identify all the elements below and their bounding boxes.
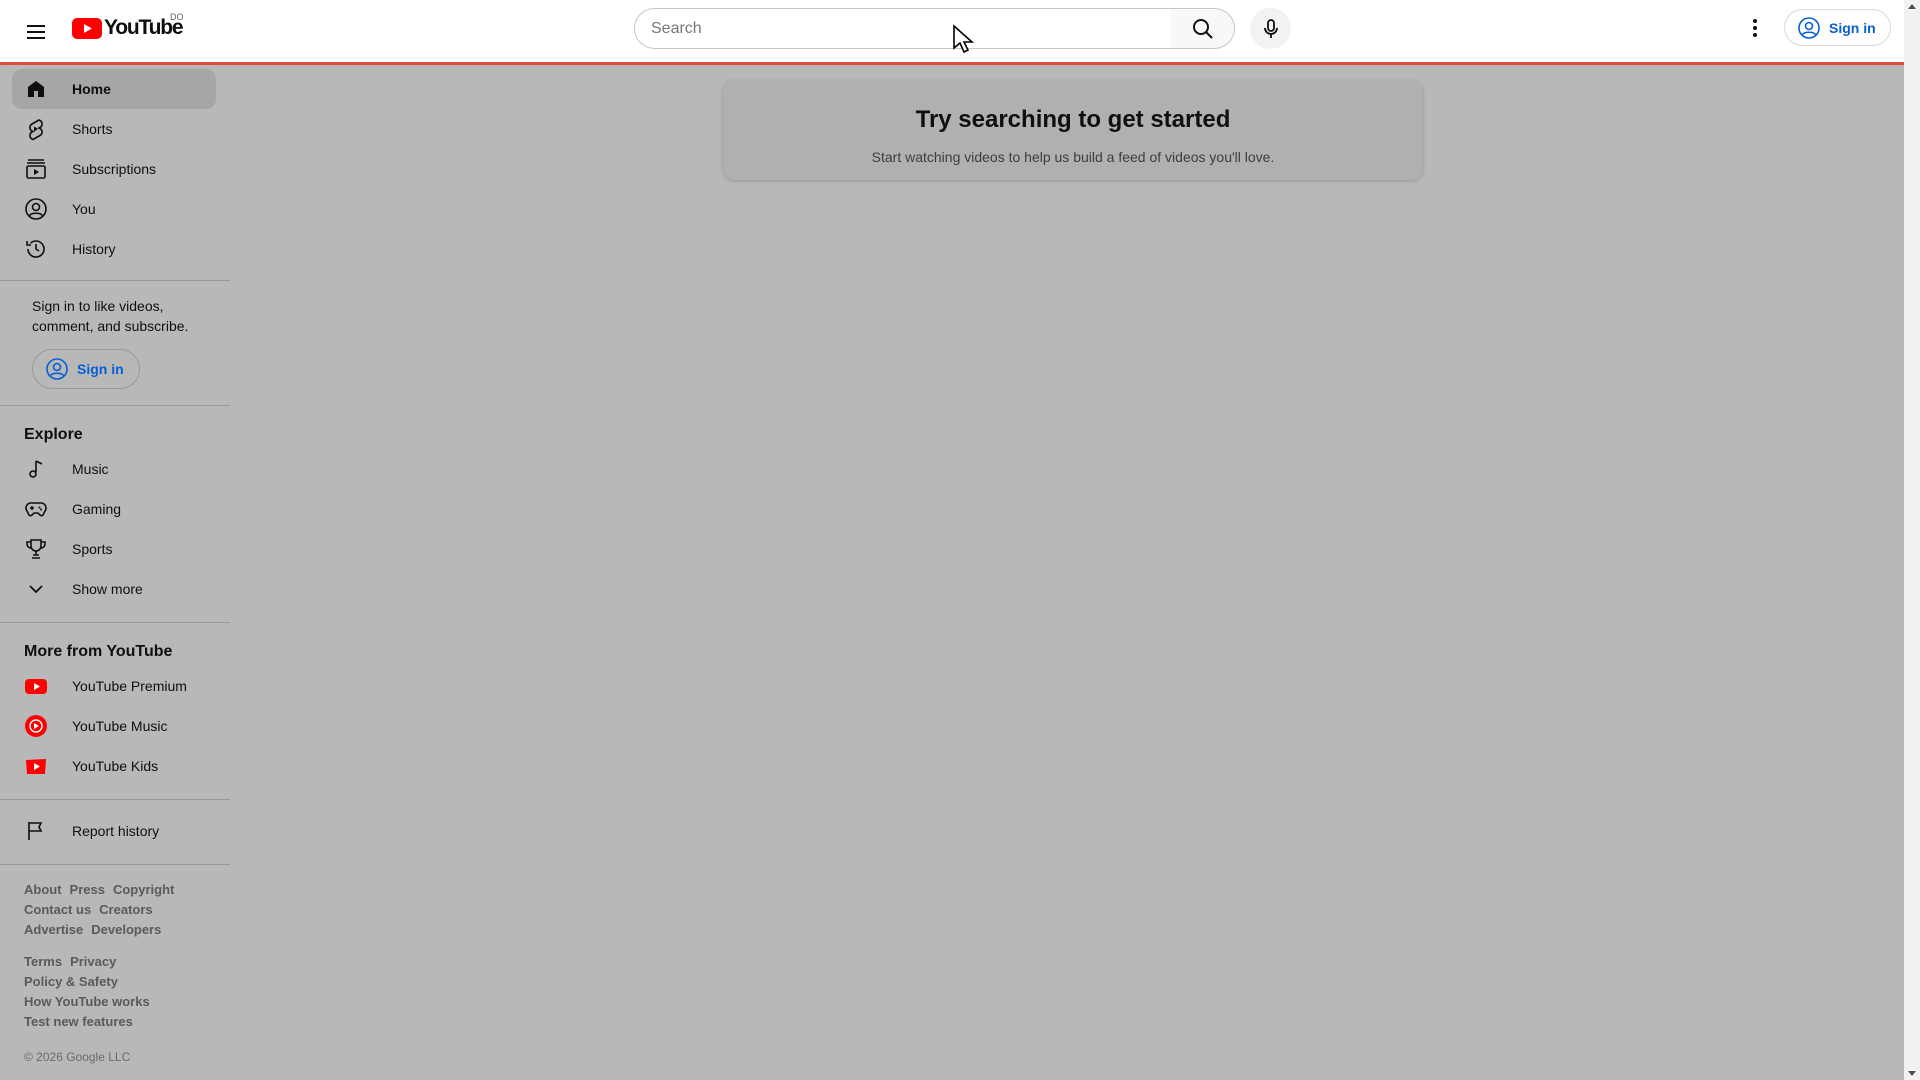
footer-links-row: Terms Privacy	[24, 954, 116, 969]
sidebar-item-history[interactable]: History	[12, 229, 216, 269]
sidebar-item-label: Sports	[72, 541, 113, 557]
sidebar-item-label: YouTube Premium	[72, 678, 187, 694]
footer-links-row: Test new features	[24, 1014, 133, 1029]
voice-search-button[interactable]	[1250, 8, 1291, 49]
you-icon	[24, 197, 48, 221]
footer-link-advertise[interactable]: Advertise	[24, 922, 83, 937]
footer-links-row: How YouTube works	[24, 994, 150, 1009]
youtube-kids-icon	[24, 754, 48, 778]
sidebar-divider	[0, 622, 230, 623]
sidebar-sign-in-prompt: Sign in to like videos, comment, and sub…	[32, 298, 189, 334]
sidebar-item-label: Gaming	[72, 501, 122, 517]
footer-link-contact-us[interactable]: Contact us	[24, 902, 91, 917]
empty-feed-card: Try searching to get started Start watch…	[723, 80, 1423, 180]
youtube-premium-icon	[24, 674, 48, 698]
sidebar-sign-in-button[interactable]: Sign in	[32, 349, 140, 389]
page-scrollbar[interactable]	[1904, 0, 1920, 1080]
footer-link-policy-safety[interactable]: Policy & Safety	[24, 974, 118, 989]
explore-section-title: Explore	[24, 426, 83, 443]
youtube-play-logo-icon	[72, 17, 102, 39]
sidebar-item-report-history[interactable]: Report history	[12, 811, 216, 851]
music-note-icon	[24, 457, 48, 481]
guide-sidebar: Home Shorts Subscriptions You History Si…	[0, 68, 230, 1080]
sidebar-item-you[interactable]: You	[12, 189, 216, 229]
empty-feed-subtitle: Start watching videos to help us build a…	[871, 149, 1275, 165]
sidebar-item-youtube-premium[interactable]: YouTube Premium	[12, 666, 216, 706]
scroll-up-arrow-icon[interactable]	[1908, 4, 1916, 9]
more-vert-icon	[1753, 19, 1757, 37]
gaming-icon	[24, 497, 48, 521]
account-circle-icon	[1798, 16, 1820, 39]
sidebar-item-label: Music	[72, 461, 109, 477]
sidebar-item-label: Subscriptions	[72, 161, 157, 177]
sidebar-show-more[interactable]: Show more	[12, 569, 216, 609]
sidebar-item-youtube-music[interactable]: YouTube Music	[12, 706, 216, 746]
sidebar-item-label: YouTube Kids	[72, 758, 159, 774]
youtube-logo[interactable]: YouTube DO	[72, 12, 184, 40]
sidebar-item-label: Report history	[72, 823, 160, 839]
sidebar-item-label: YouTube Music	[72, 718, 168, 734]
footer-links-row: Policy & Safety	[24, 974, 118, 989]
trophy-icon	[24, 537, 48, 561]
sidebar-item-youtube-kids[interactable]: YouTube Kids	[12, 746, 216, 786]
youtube-music-icon	[24, 714, 48, 738]
settings-more-button[interactable]	[1735, 8, 1775, 48]
flag-icon	[24, 819, 48, 843]
masthead: YouTube DO Sign in	[0, 0, 1904, 65]
more-from-youtube-title: More from YouTube	[24, 643, 173, 660]
footer-link-developers[interactable]: Developers	[91, 922, 161, 937]
sidebar-sign-in-label: Sign in	[77, 361, 124, 377]
sidebar-item-label: Shorts	[72, 121, 113, 137]
chevron-down-icon	[24, 577, 48, 601]
search-box	[634, 8, 1172, 49]
sidebar-item-home[interactable]: Home	[12, 69, 216, 109]
copyright-text: © 2026 Google LLC	[24, 1050, 131, 1064]
home-icon	[24, 77, 48, 101]
logo-country-code: DO	[170, 12, 184, 22]
sidebar-item-music[interactable]: Music	[12, 449, 216, 489]
guide-menu-button[interactable]	[16, 12, 56, 52]
account-circle-icon	[46, 358, 68, 380]
sidebar-divider	[0, 405, 230, 406]
footer-link-press[interactable]: Press	[70, 882, 105, 897]
search-input[interactable]	[635, 9, 1171, 48]
footer-link-about[interactable]: About	[24, 882, 62, 897]
footer-links-row: Advertise Developers	[24, 922, 161, 937]
footer-link-privacy[interactable]: Privacy	[70, 954, 116, 969]
microphone-icon	[1263, 18, 1278, 38]
footer-link-test-new-features[interactable]: Test new features	[24, 1014, 133, 1029]
footer-link-terms[interactable]: Terms	[24, 954, 62, 969]
scroll-down-arrow-icon[interactable]	[1908, 1071, 1916, 1076]
sidebar-item-label: History	[72, 241, 116, 257]
sidebar-divider	[0, 280, 230, 281]
sidebar-item-label: Show more	[72, 581, 143, 597]
sidebar-item-sports[interactable]: Sports	[12, 529, 216, 569]
footer-links-row: Contact us Creators	[24, 902, 153, 917]
header-sign-in-label: Sign in	[1829, 19, 1876, 36]
sidebar-divider	[0, 799, 230, 800]
sidebar-item-shorts[interactable]: Shorts	[12, 109, 216, 149]
sidebar-divider	[0, 864, 230, 865]
hamburger-menu-icon	[27, 25, 45, 39]
footer-link-copyright[interactable]: Copyright	[113, 882, 174, 897]
empty-feed-title: Try searching to get started	[915, 106, 1231, 133]
footer-link-creators[interactable]: Creators	[99, 902, 152, 917]
sidebar-item-label: Home	[72, 81, 111, 97]
sidebar-item-label: You	[72, 201, 96, 217]
sidebar-item-gaming[interactable]: Gaming	[12, 489, 216, 529]
footer-link-how-youtube-works[interactable]: How YouTube works	[24, 994, 150, 1009]
search-button[interactable]	[1171, 8, 1235, 49]
subscriptions-icon	[24, 157, 48, 181]
shorts-icon	[24, 117, 48, 141]
history-icon	[24, 237, 48, 261]
sidebar-item-subscriptions[interactable]: Subscriptions	[12, 149, 216, 189]
footer-links-row: About Press Copyright	[24, 882, 174, 897]
header-sign-in-button[interactable]: Sign in	[1784, 9, 1891, 46]
search-icon	[1192, 18, 1213, 39]
